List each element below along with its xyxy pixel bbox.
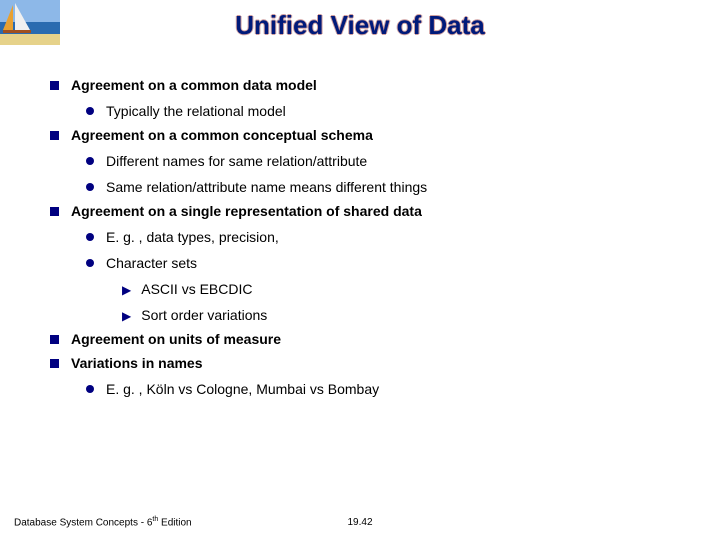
slide-content: Agreement on a common data model Typical…: [50, 68, 680, 396]
square-bullet-icon: [50, 359, 59, 368]
round-bullet-icon: [86, 183, 94, 191]
footer-page-number: 19.42: [0, 517, 720, 528]
bullet-level2: Same relation/attribute name means diffe…: [86, 180, 680, 194]
triangle-bullet-icon: ▶: [122, 310, 131, 322]
round-bullet-icon: [86, 157, 94, 165]
square-bullet-icon: [50, 207, 59, 216]
bullet-text: ASCII vs EBCDIC: [141, 282, 252, 296]
bullet-level3: ▶ Sort order variations: [122, 308, 680, 322]
round-bullet-icon: [86, 233, 94, 241]
bullet-level2: Typically the relational model: [86, 104, 680, 118]
bullet-level1: Variations in names: [50, 356, 680, 370]
slide-title: Unified View of Data: [0, 10, 720, 41]
round-bullet-icon: [86, 107, 94, 115]
bullet-text: Agreement on a common conceptual schema: [71, 128, 373, 142]
bullet-text: Character sets: [106, 256, 197, 270]
bullet-level1: Agreement on a common conceptual schema: [50, 128, 680, 142]
bullet-level3: ▶ ASCII vs EBCDIC: [122, 282, 680, 296]
square-bullet-icon: [50, 81, 59, 90]
bullet-level2: Different names for same relation/attrib…: [86, 154, 680, 168]
triangle-bullet-icon: ▶: [122, 284, 131, 296]
bullet-text: Same relation/attribute name means diffe…: [106, 180, 427, 194]
bullet-level2: E. g. , Köln vs Cologne, Mumbai vs Bomba…: [86, 382, 680, 396]
bullet-level2: E. g. , data types, precision,: [86, 230, 680, 244]
bullet-text: Agreement on a single representation of …: [71, 204, 422, 218]
bullet-text: Sort order variations: [141, 308, 267, 322]
bullet-text: E. g. , data types, precision,: [106, 230, 279, 244]
bullet-text: E. g. , Köln vs Cologne, Mumbai vs Bomba…: [106, 382, 379, 396]
bullet-text: Agreement on a common data model: [71, 78, 317, 92]
round-bullet-icon: [86, 259, 94, 267]
bullet-text: Variations in names: [71, 356, 203, 370]
bullet-level2: Character sets: [86, 256, 680, 270]
bullet-level1: Agreement on a single representation of …: [50, 204, 680, 218]
round-bullet-icon: [86, 385, 94, 393]
square-bullet-icon: [50, 131, 59, 140]
bullet-text: Agreement on units of measure: [71, 332, 281, 346]
bullet-text: Different names for same relation/attrib…: [106, 154, 367, 168]
bullet-level1: Agreement on a common data model: [50, 78, 680, 92]
bullet-text: Typically the relational model: [106, 104, 286, 118]
bullet-level1: Agreement on units of measure: [50, 332, 680, 346]
square-bullet-icon: [50, 335, 59, 344]
